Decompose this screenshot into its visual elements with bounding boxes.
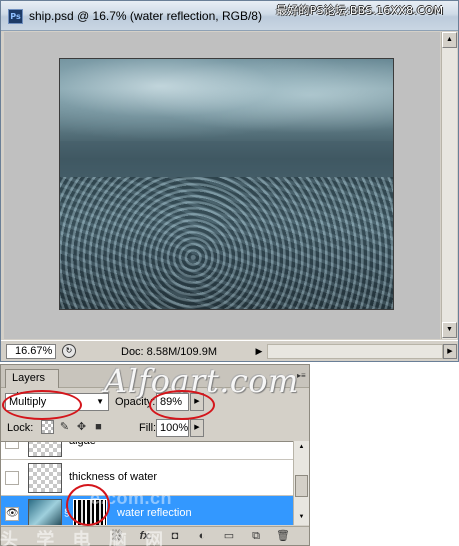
status-bar: 16.67% ↻ Doc: 8.58M/109.9M ▶ ▶ xyxy=(1,340,458,361)
sea-floor xyxy=(60,177,393,309)
bottom-watermark: 头 学 电 脑 网 xyxy=(0,530,170,546)
blend-mode-value: Multiply xyxy=(9,396,47,408)
tab-layers[interactable]: Layers × xyxy=(5,369,59,401)
new-group-icon[interactable]: ▭ xyxy=(218,529,240,544)
fill-slider-arrow-icon[interactable]: ▶ xyxy=(190,419,204,437)
vertical-scrollbar[interactable]: ▲ ▼ xyxy=(441,32,457,339)
scroll-thumb[interactable] xyxy=(295,475,308,497)
eye-icon[interactable]: 👁 xyxy=(5,507,19,521)
water-surface xyxy=(60,59,393,149)
lock-image-pixels-icon[interactable]: ✎ xyxy=(58,420,71,434)
document-window: Ps ship.psd @ 16.7% (water reflection, R… xyxy=(0,0,459,362)
chevron-down-icon: ▼ xyxy=(96,397,104,406)
scroll-down-icon[interactable]: ▼ xyxy=(442,322,457,338)
tab-layers-label: Layers xyxy=(12,372,46,384)
new-layer-icon[interactable]: ⧉ xyxy=(245,529,267,544)
forum-watermark: 最好的PS论坛:BBS.16XX8.COM xyxy=(276,4,444,17)
photoshop-icon: Ps xyxy=(8,9,23,24)
status-icon[interactable]: ↻ xyxy=(62,344,76,358)
alfoart-watermark: Alfoart.com xyxy=(104,362,299,400)
layer-name: thickness of water xyxy=(69,471,158,483)
scroll-up-icon[interactable]: ▲ xyxy=(442,32,457,48)
water-haze xyxy=(60,141,393,177)
ecom-watermark: e.com.cn xyxy=(90,488,173,508)
layer-row[interactable]: algae xyxy=(1,441,293,460)
layer-list-scrollbar[interactable]: ▲ ▼ xyxy=(293,441,309,525)
visibility-toggle[interactable] xyxy=(5,442,19,449)
mask-link-icon[interactable]: § xyxy=(64,508,70,519)
fill-field[interactable]: 100% xyxy=(156,419,189,437)
doc-size-info: Doc: 8.58M/109.9M xyxy=(121,346,217,358)
layer-thumbnail xyxy=(28,442,62,457)
trash-icon[interactable]: 🗑 xyxy=(272,529,294,544)
zoom-field[interactable]: 16.67% xyxy=(6,344,56,359)
fill-label: Fill: xyxy=(139,422,157,434)
canvas-area[interactable] xyxy=(4,32,440,339)
adjustment-layer-icon[interactable]: ◐ xyxy=(191,529,213,544)
document-title: ship.psd @ 16.7% (water reflection, RGB/… xyxy=(29,9,262,23)
scroll-right-icon[interactable]: ▶ xyxy=(443,344,457,359)
scroll-down-icon[interactable]: ▼ xyxy=(295,511,308,523)
lock-row: Lock: ✎ ✥ ■ Fill: 100% ▶ xyxy=(1,416,309,440)
layer-list: algae thickness of water 👁 § water refle… xyxy=(1,441,293,525)
layer-thumbnail xyxy=(28,463,62,493)
layer-name: algae xyxy=(69,441,96,447)
lock-transparent-pixels-icon[interactable] xyxy=(41,420,54,434)
status-menu-arrow-icon[interactable]: ▶ xyxy=(253,344,265,359)
blend-mode-select[interactable]: Multiply ▼ xyxy=(5,393,109,411)
visibility-toggle[interactable] xyxy=(5,471,19,485)
underwater-image[interactable] xyxy=(59,58,394,310)
lock-label: Lock: xyxy=(7,422,34,434)
layer-thumbnail xyxy=(28,499,62,525)
lock-position-icon[interactable]: ✥ xyxy=(75,420,88,434)
horizontal-scrollbar[interactable] xyxy=(267,344,443,359)
lock-all-icon[interactable]: ■ xyxy=(92,420,105,434)
scroll-up-icon[interactable]: ▲ xyxy=(295,441,308,453)
